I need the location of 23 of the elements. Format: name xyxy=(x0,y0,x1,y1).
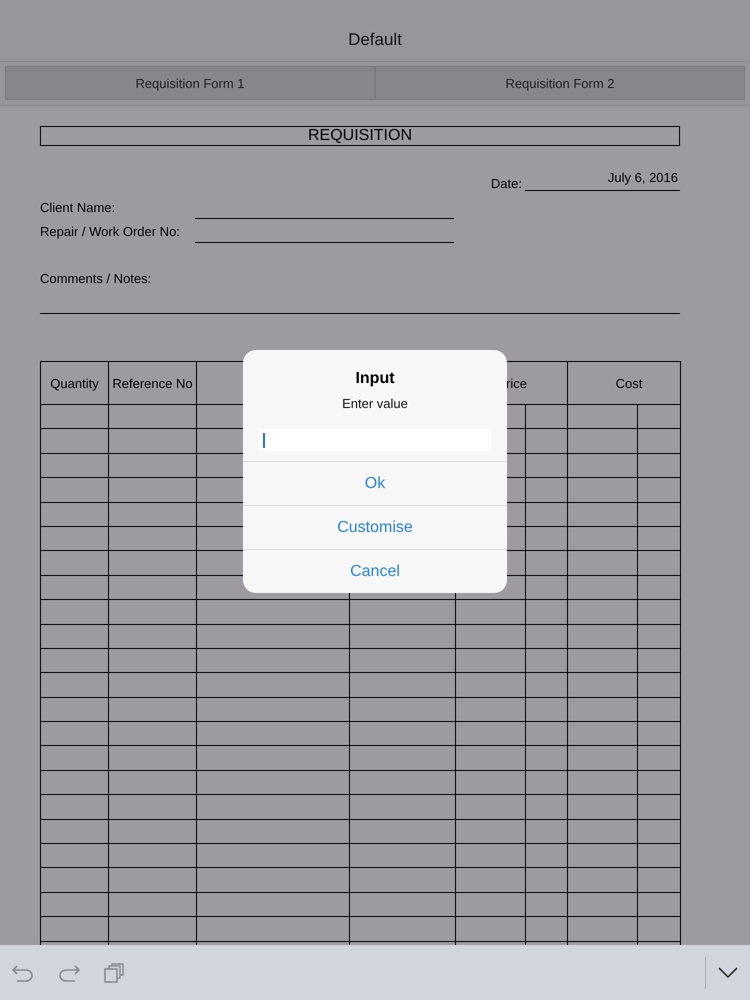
column-header: Reference No xyxy=(108,362,196,404)
dialog-button[interactable]: Ok xyxy=(243,461,507,505)
form-title: REQUISITION xyxy=(40,126,680,146)
date-label: Date: xyxy=(490,176,522,191)
copy-icon[interactable] xyxy=(104,962,124,982)
tab[interactable]: Requisition Form 2 xyxy=(375,66,745,100)
dialog-button[interactable]: Customise xyxy=(243,505,507,549)
dialog-title: Input xyxy=(354,370,396,388)
input-field[interactable] xyxy=(259,429,491,451)
dialog-button[interactable]: Cancel xyxy=(243,549,507,593)
chevron-down-icon[interactable] xyxy=(718,966,738,978)
field-label: Client Name: xyxy=(40,200,116,217)
dialog-message: Enter value xyxy=(341,396,409,411)
undo-icon[interactable] xyxy=(12,964,34,982)
redo-icon[interactable] xyxy=(58,964,80,982)
column-header: Quantity xyxy=(40,362,108,404)
comments-label: Comments / Notes: xyxy=(40,271,152,286)
column-header: Cost xyxy=(568,362,681,404)
field-label: Repair / Work Order No: xyxy=(40,224,181,241)
date-field[interactable]: July 6, 2016 xyxy=(525,170,680,191)
screen-title: Default xyxy=(348,30,402,50)
tab[interactable]: Requisition Form 1 xyxy=(5,66,375,100)
text-cursor xyxy=(263,432,265,448)
